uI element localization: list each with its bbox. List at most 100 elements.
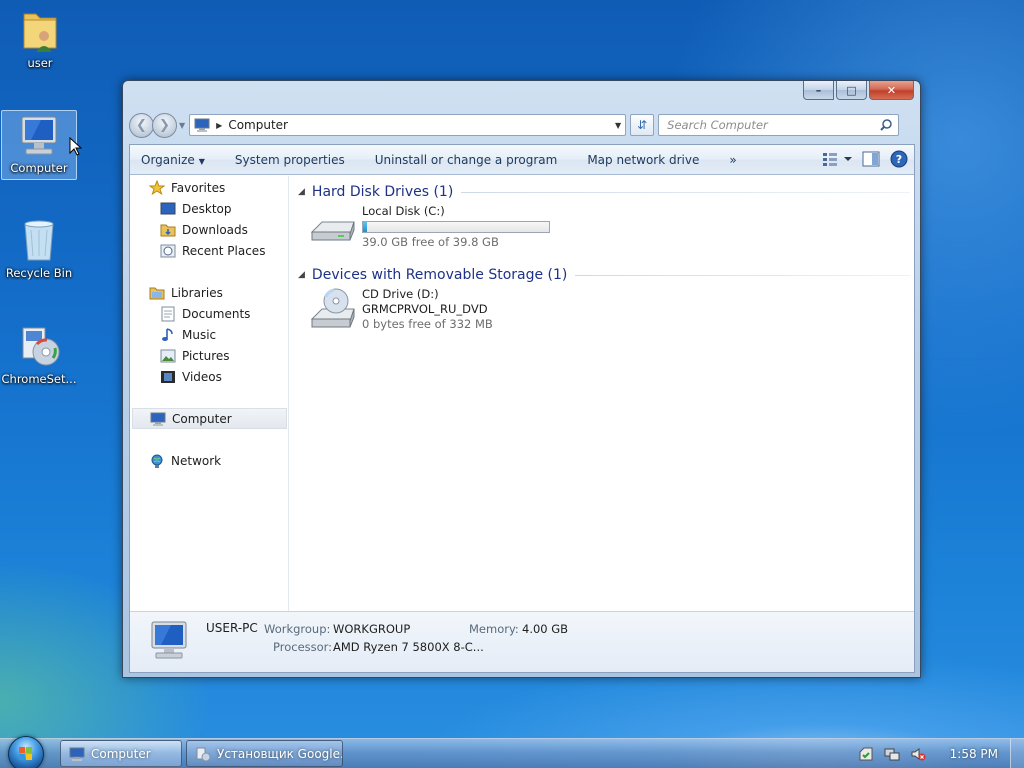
videos-icon	[160, 369, 176, 385]
nav-libraries[interactable]: Libraries	[130, 282, 288, 303]
system-properties-button[interactable]: System properties	[235, 153, 345, 167]
collapse-arrow-icon[interactable]: ◢	[298, 270, 305, 280]
nav-computer[interactable]: Computer	[132, 408, 287, 429]
search-icon[interactable]	[879, 118, 893, 132]
nav-music[interactable]: Music	[130, 324, 288, 345]
capacity-bar	[362, 221, 550, 233]
search-input[interactable]: Search Computer	[658, 114, 900, 136]
taskbar-button-label: Computer	[91, 746, 151, 761]
desktop-icon-user[interactable]: user	[2, 6, 78, 70]
drive-name: Local Disk (C:)	[362, 204, 445, 218]
desktop-icon-recycle-bin[interactable]: Recycle Bin	[1, 216, 77, 280]
taskbar-button-label: Установщик Google...	[217, 746, 343, 761]
drive-name: CD Drive (D:)	[362, 287, 439, 301]
refresh-icon: ⇵	[637, 118, 648, 132]
group-hard-disk-drives[interactable]: ◢ Hard Disk Drives (1)	[298, 182, 910, 202]
documents-icon	[160, 306, 176, 322]
computer-name: USER-PC	[206, 621, 258, 635]
collapse-arrow-icon[interactable]: ◢	[298, 187, 305, 197]
drive-cd-d[interactable]: CD Drive (D:) GRMCPRVOL_RU_DVD 0 bytes f…	[308, 287, 493, 337]
memory-label: Memory:	[469, 622, 519, 636]
taskbar-button-installer[interactable]: Установщик Google...	[186, 740, 343, 767]
mouse-cursor-icon	[69, 137, 83, 156]
search-placeholder: Search Computer	[667, 118, 768, 132]
uninstall-program-button[interactable]: Uninstall or change a program	[375, 153, 558, 167]
workgroup-value: WORKGROUP	[333, 622, 411, 636]
back-arrow-icon: ❮	[136, 117, 147, 133]
explorer-content: Organize ▼ System properties Uninstall or…	[129, 144, 915, 673]
address-dropdown-icon[interactable]: ▼	[615, 121, 621, 130]
organize-label: Organize	[141, 152, 195, 167]
nav-pictures[interactable]: Pictures	[130, 345, 288, 366]
forward-button[interactable]: ❯	[152, 112, 177, 138]
details-pane: USER-PC Workgroup: WORKGROUP Memory: 4.0…	[130, 611, 914, 672]
nav-recent-places[interactable]: Recent Places	[130, 240, 288, 261]
desktop-icon-label: Recycle Bin	[5, 266, 73, 280]
clock[interactable]: 1:58 PM	[950, 747, 998, 761]
drive-info: CD Drive (D:) GRMCPRVOL_RU_DVD 0 bytes f…	[362, 287, 493, 337]
nav-label: Videos	[182, 369, 222, 384]
nav-label: Libraries	[171, 285, 223, 300]
close-button[interactable]: ✕	[869, 81, 914, 100]
nav-favorites[interactable]: Favorites	[130, 177, 288, 198]
forward-arrow-icon: ❯	[159, 117, 170, 133]
computer-icon	[21, 116, 57, 155]
breadcrumb-separator-icon[interactable]: ▶	[216, 121, 222, 130]
processor-value: AMD Ryzen 7 5800X 8-C...	[333, 640, 484, 654]
recent-places-icon	[160, 243, 176, 259]
hard-disk-icon	[310, 221, 355, 241]
maximize-button[interactable]: □	[836, 81, 867, 100]
recycle-bin-icon	[24, 220, 54, 261]
nav-label: Pictures	[182, 348, 230, 363]
show-desktop-button[interactable]	[1010, 739, 1024, 768]
cd-drive-icon	[310, 288, 355, 328]
maximize-icon: □	[846, 83, 857, 97]
group-title: Hard Disk Drives (1)	[311, 184, 454, 200]
desktop-icon	[160, 201, 176, 217]
action-center-icon[interactable]	[858, 746, 874, 762]
help-icon[interactable]: ?	[890, 150, 908, 168]
windows-logo-icon	[19, 747, 32, 760]
nav-downloads[interactable]: Downloads	[130, 219, 288, 240]
processor-label: Processor:	[273, 640, 333, 654]
preview-pane-icon[interactable]	[862, 151, 880, 167]
nav-label: Favorites	[171, 180, 226, 195]
back-button[interactable]: ❮	[129, 112, 154, 138]
group-divider	[461, 191, 910, 193]
volume-muted-icon[interactable]	[910, 746, 926, 762]
nav-network[interactable]: Network	[130, 450, 288, 471]
navigation-bar: ❮ ❯ ▼ ▶ Computer ▼ ⇵ Search Computer	[129, 111, 914, 139]
desktop-icon-computer[interactable]: Computer	[1, 110, 77, 180]
downloads-folder-icon	[160, 222, 176, 238]
desktop-icon-label: Computer	[10, 161, 68, 175]
breadcrumb-computer[interactable]: Computer	[228, 118, 288, 132]
nav-videos[interactable]: Videos	[130, 366, 288, 387]
capacity-fill	[363, 222, 367, 232]
drive-free-space: 39.0 GB free of 39.8 GB	[362, 235, 499, 249]
nav-desktop[interactable]: Desktop	[130, 198, 288, 219]
start-button[interactable]	[8, 736, 44, 768]
drive-free-space: 0 bytes free of 332 MB	[362, 317, 493, 331]
organize-button[interactable]: Organize ▼	[141, 153, 205, 167]
change-view-icon[interactable]	[822, 151, 852, 167]
nav-documents[interactable]: Documents	[130, 303, 288, 324]
workgroup-label: Workgroup:	[264, 622, 331, 636]
address-bar[interactable]: ▶ Computer ▼	[189, 114, 627, 136]
group-removable-storage[interactable]: ◢ Devices with Removable Storage (1)	[298, 265, 910, 285]
drive-local-disk-c[interactable]: Local Disk (C:) 39.0 GB free of 39.8 GB	[308, 204, 550, 254]
refresh-button[interactable]: ⇵	[630, 114, 655, 136]
network-status-icon[interactable]	[884, 746, 900, 762]
nav-label: Documents	[182, 306, 251, 321]
nav-label: Recent Places	[182, 243, 266, 258]
more-commands-button[interactable]: »	[729, 153, 736, 167]
command-bar-right: ?	[812, 150, 908, 168]
computer-icon	[150, 411, 166, 427]
recent-pages-dropdown[interactable]: ▼	[179, 121, 185, 130]
desktop-icon-chrome-setup[interactable]: ChromeSet...	[1, 320, 77, 386]
map-network-drive-button[interactable]: Map network drive	[587, 153, 699, 167]
network-icon	[149, 453, 165, 469]
nav-label: Downloads	[182, 222, 248, 237]
taskbar-button-computer[interactable]: Computer	[60, 740, 182, 767]
minimize-button[interactable]: –	[803, 81, 834, 100]
installer-icon	[22, 327, 60, 366]
